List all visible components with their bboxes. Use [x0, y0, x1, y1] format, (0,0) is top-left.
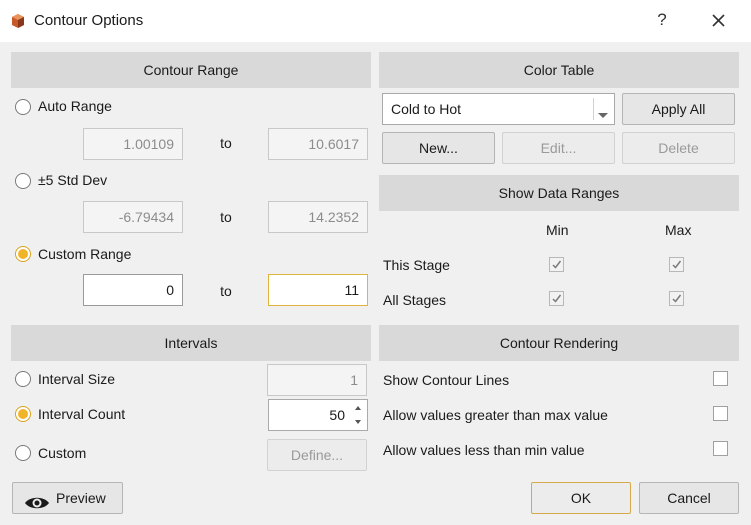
spin-up-icon[interactable]	[349, 400, 367, 415]
contour-rendering-header: Contour Rendering	[379, 325, 739, 361]
color-table-header: Color Table	[379, 52, 739, 88]
allow-less-checkbox[interactable]	[713, 441, 728, 456]
color-table-select[interactable]: Cold to Hot	[382, 93, 615, 125]
custom-range-from-input[interactable]: 0	[83, 274, 183, 306]
eye-icon	[24, 491, 50, 521]
auto-range-from-field: 1.00109	[83, 128, 183, 160]
allow-less-label: Allow values less than min value	[383, 442, 585, 458]
custom-range-label: Custom Range	[38, 246, 132, 262]
interval-size-radio[interactable]	[15, 371, 31, 387]
stddev-to-label: to	[220, 209, 232, 225]
define-button[interactable]: Define...	[267, 439, 367, 471]
combo-divider	[593, 98, 594, 120]
app-icon	[10, 13, 26, 29]
min-column-label: Min	[546, 222, 569, 238]
auto-range-to-label: to	[220, 135, 232, 151]
cancel-button[interactable]: Cancel	[639, 482, 739, 514]
spin-down-icon[interactable]	[349, 415, 367, 430]
all-stages-max-checkbox[interactable]	[669, 291, 684, 306]
edit-button[interactable]: Edit...	[502, 132, 615, 164]
interval-count-value: 50	[329, 407, 345, 423]
show-data-ranges-header: Show Data Ranges	[379, 175, 739, 211]
auto-range-radio[interactable]	[15, 99, 31, 115]
checkmark-icon	[552, 294, 562, 303]
preview-button[interactable]: Preview	[12, 482, 123, 514]
interval-count-label: Interval Count	[38, 406, 126, 422]
stddev-radio[interactable]	[15, 173, 31, 189]
stddev-to-field: 14.2352	[268, 201, 368, 233]
checkmark-icon	[672, 260, 682, 269]
help-icon[interactable]: ?	[652, 10, 672, 32]
max-column-label: Max	[665, 222, 692, 238]
auto-range-label: Auto Range	[38, 98, 112, 114]
custom-interval-radio[interactable]	[15, 445, 31, 461]
close-icon[interactable]	[708, 9, 730, 31]
intervals-header: Intervals	[11, 325, 371, 361]
all-stages-min-checkbox[interactable]	[549, 291, 564, 306]
custom-range-to-label: to	[220, 283, 232, 299]
custom-range-to-input[interactable]: 11	[268, 274, 368, 306]
stddev-label: ±5 Std Dev	[38, 172, 108, 188]
stddev-from-field: -6.79434	[83, 201, 183, 233]
ok-button[interactable]: OK	[531, 482, 631, 514]
auto-range-to-field: 10.6017	[268, 128, 368, 160]
checkmark-icon	[672, 294, 682, 303]
delete-button[interactable]: Delete	[622, 132, 735, 164]
dropdown-arrow-icon[interactable]	[598, 106, 608, 122]
new-button[interactable]: New...	[382, 132, 495, 164]
apply-all-button[interactable]: Apply All	[622, 93, 735, 125]
interval-size-label: Interval Size	[38, 371, 116, 387]
contour-range-header: Contour Range	[11, 52, 371, 88]
preview-label: Preview	[56, 490, 106, 506]
interval-count-radio[interactable]	[15, 406, 31, 422]
allow-greater-label: Allow values greater than max value	[383, 407, 608, 423]
show-contour-lines-label: Show Contour Lines	[383, 372, 510, 388]
interval-count-stepper[interactable]: 50	[268, 399, 368, 431]
color-table-selected: Cold to Hot	[391, 101, 462, 117]
all-stages-label: All Stages	[383, 292, 447, 308]
window-title: Contour Options	[34, 12, 144, 29]
interval-size-field: 1	[267, 364, 367, 396]
custom-interval-label: Custom	[38, 445, 87, 461]
this-stage-label: This Stage	[383, 257, 450, 273]
this-stage-max-checkbox[interactable]	[669, 257, 684, 272]
show-contour-lines-checkbox[interactable]	[713, 371, 728, 386]
custom-range-radio[interactable]	[15, 246, 31, 262]
checkmark-icon	[552, 260, 562, 269]
allow-greater-checkbox[interactable]	[713, 406, 728, 421]
this-stage-min-checkbox[interactable]	[549, 257, 564, 272]
